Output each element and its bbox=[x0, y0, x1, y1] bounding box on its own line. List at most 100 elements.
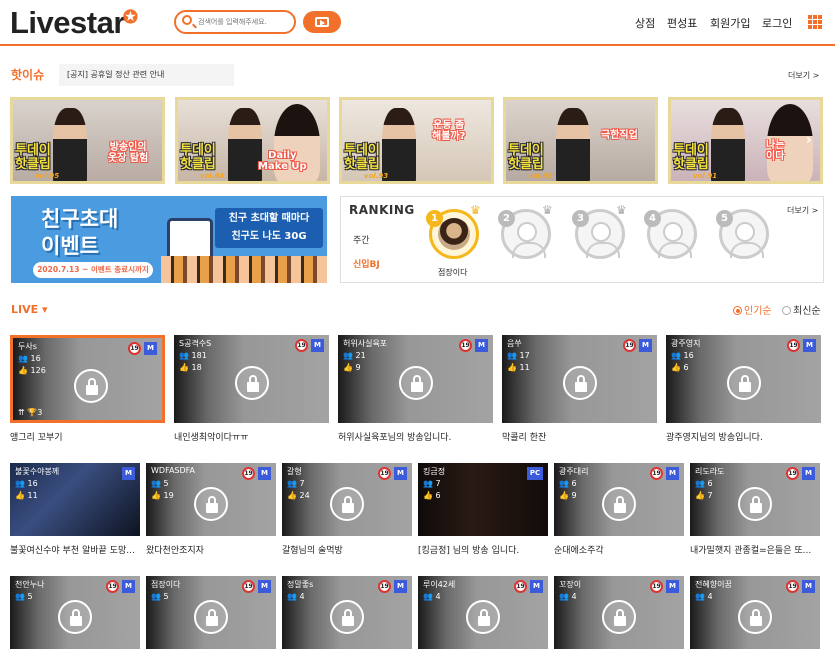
card-streamer-name: 킹금정 bbox=[423, 467, 446, 476]
clip-thumbnail bbox=[274, 104, 320, 181]
hot-clip-3[interactable]: 투데이 핫클립 vol.93 운동 좀 해볼까? bbox=[339, 97, 494, 184]
card-caption[interactable]: 불꽃여신수야 부천 알바끝 도망... bbox=[10, 543, 140, 556]
card-streamer-name: 광주대리 bbox=[559, 467, 589, 476]
clip-volume: vol.91 bbox=[693, 172, 718, 180]
friend-invite-banner[interactable]: 친구초대 이벤트 2020.7.13 ~ 이벤트 종료시까지 친구 초대할 때마… bbox=[11, 196, 327, 283]
live-card[interactable]: 광주영지 👥 16 👍 6 19 M bbox=[666, 335, 821, 423]
rank-item-3[interactable]: 3 ♛ bbox=[572, 203, 627, 259]
card-viewers: 👥 16 bbox=[15, 479, 38, 488]
search-box[interactable] bbox=[174, 10, 296, 34]
live-card[interactable]: 점장이다 👥 5 19 M bbox=[146, 576, 276, 649]
card-viewers: 👥 6 bbox=[695, 479, 713, 488]
card-viewers: 👥 6 bbox=[559, 479, 577, 488]
live-card[interactable]: 갈형 👥 7 👍 24 19 M bbox=[282, 463, 412, 536]
card-viewers: 👥 4 bbox=[559, 592, 577, 601]
card-streamer-name: 천안누나 bbox=[15, 580, 45, 589]
clip-title: 투데이 핫클립 bbox=[508, 143, 544, 172]
rank-item-1[interactable]: 1 ♛ bbox=[426, 203, 481, 259]
livestar-logo[interactable]: Livestar✪ bbox=[10, 4, 140, 46]
card-caption[interactable]: 왔다천안조지자 bbox=[146, 543, 276, 556]
radio-unchecked-icon bbox=[782, 306, 791, 315]
live-card[interactable]: 꼬장이 👥 4 19 M bbox=[554, 576, 684, 649]
clip-thumbnail bbox=[556, 108, 590, 181]
device-badge: M bbox=[475, 339, 488, 352]
card-caption[interactable]: 광주영지님의 방송입니다. bbox=[666, 430, 821, 443]
card-caption[interactable]: 막콜리 한잔 bbox=[502, 430, 657, 443]
card-caption[interactable]: 내인생최악이다ㅠㅠ bbox=[174, 430, 329, 443]
hot-more-link[interactable]: 더보기 > bbox=[788, 70, 819, 81]
live-card[interactable]: 두사s 👥 16 👍 126 19 M ⇈ 🏆3 bbox=[10, 335, 165, 423]
live-dropdown[interactable]: LIVE ▾ bbox=[11, 303, 47, 316]
hot-clip-2[interactable]: 투데이 핫클립 vol.94 Daily Make Up bbox=[175, 97, 330, 184]
nav-login[interactable]: 로그인 bbox=[762, 15, 792, 31]
ranking-more-link[interactable]: 더보기 > bbox=[787, 205, 818, 216]
live-card[interactable]: 광주대리 👥 6 👍 9 19 M bbox=[554, 463, 684, 536]
lock-icon bbox=[73, 369, 108, 403]
live-card[interactable]: 허위사실육포 👥 21 👍 9 19 M bbox=[338, 335, 493, 423]
tv-icon bbox=[315, 17, 329, 27]
clip-title: 투데이 핫클립 bbox=[15, 143, 51, 172]
broadcast-button[interactable] bbox=[303, 11, 341, 33]
sort-popular[interactable]: 인기순 bbox=[733, 302, 772, 317]
clip-volume: vol.93 bbox=[364, 172, 389, 180]
adult-19-icon: 19 bbox=[106, 580, 119, 593]
card-streamer-name: WDFASDFA bbox=[151, 466, 195, 475]
live-card[interactable]: 정말좋s 👥 4 19 M bbox=[282, 576, 412, 649]
live-card[interactable]: 킹금정 👥 7 👍 6 PC bbox=[418, 463, 548, 536]
hot-clip-4[interactable]: 투데이 핫클립 vol.92 극한직업 bbox=[503, 97, 658, 184]
apps-grid-icon[interactable] bbox=[808, 15, 822, 29]
card-streamer-name: 루이42세 bbox=[423, 580, 456, 589]
live-card[interactable]: S공격수S 👥 181 👍 18 19 M bbox=[174, 335, 329, 423]
carousel-next-icon[interactable]: › bbox=[806, 132, 812, 148]
rank-item-2[interactable]: 2 ♛ bbox=[498, 203, 553, 259]
device-badge: M bbox=[311, 339, 324, 352]
live-card[interactable]: 불꽃수야봉께 👥 16 👍 11 M bbox=[10, 463, 140, 536]
avatar-placeholder-icon bbox=[586, 222, 620, 258]
card-caption[interactable]: 앵그리 꼬부기 bbox=[10, 430, 165, 443]
card-viewers: 👥 5 bbox=[151, 592, 169, 601]
ranking-tab-newbj[interactable]: 신입BJ bbox=[353, 257, 380, 270]
nav-shop[interactable]: 상점 bbox=[635, 15, 655, 31]
live-card[interactable]: 음쑤 👥 17 👍 11 19 M bbox=[502, 335, 657, 423]
rank-item-5[interactable]: 5 bbox=[716, 209, 769, 259]
hot-clip-5[interactable]: 투데이 핫클립 vol.91 나는 이다 bbox=[668, 97, 823, 184]
device-badge: M bbox=[394, 580, 407, 593]
card-viewers: 👥 4 bbox=[423, 592, 441, 601]
live-card[interactable]: 전혜향이꿈 👥 4 19 M bbox=[690, 576, 820, 649]
device-badge: M bbox=[802, 467, 815, 480]
device-badge: M bbox=[394, 467, 407, 480]
live-card[interactable]: 루이42세 👥 4 19 M bbox=[418, 576, 548, 649]
card-likes: 👍 11 bbox=[15, 491, 38, 500]
clip-title: 투데이 핫클립 bbox=[344, 143, 380, 172]
card-viewers: 👥 7 bbox=[423, 479, 441, 488]
card-viewers: 👥 5 bbox=[151, 479, 169, 488]
card-caption[interactable]: 내가밀햇지 관종컬=은들은 또... bbox=[690, 543, 820, 556]
live-card[interactable]: WDFASDFA 👥 5 👍 19 19 M bbox=[146, 463, 276, 536]
adult-19-icon: 19 bbox=[295, 339, 308, 352]
card-caption[interactable]: 허위사실육포님의 방송입니다. bbox=[338, 430, 493, 443]
adult-19-icon: 19 bbox=[787, 339, 800, 352]
nav-schedule[interactable]: 편성표 bbox=[667, 15, 697, 31]
nav-signup[interactable]: 회원가입 bbox=[710, 15, 750, 31]
sort-latest[interactable]: 최신순 bbox=[782, 302, 821, 317]
rank-item-4[interactable]: 4 bbox=[644, 209, 697, 259]
banner-title: 친구초대 이벤트 bbox=[41, 207, 119, 258]
search-input[interactable] bbox=[198, 14, 292, 30]
card-caption[interactable]: [킹금정] 님의 방송 입니다. bbox=[418, 543, 548, 556]
live-card[interactable]: 리도라도 👥 6 👍 7 19 M bbox=[690, 463, 820, 536]
logo-star-icon: ✪ bbox=[122, 7, 138, 27]
avatar-placeholder-icon bbox=[730, 222, 764, 258]
notice-link[interactable]: [공지] 공휴일 정산 관련 안내 bbox=[59, 64, 234, 86]
card-streamer-name: 꼬장이 bbox=[559, 580, 582, 589]
hot-clip-1[interactable]: 투데이 핫클립 vol.95 방송인의 옷장 탐험 bbox=[10, 97, 165, 184]
lock-icon bbox=[602, 486, 636, 521]
adult-19-icon: 19 bbox=[242, 467, 255, 480]
card-caption[interactable]: 순대에소주각 bbox=[554, 543, 684, 556]
search-icon[interactable] bbox=[182, 15, 192, 25]
live-card[interactable]: 천안누나 👥 5 19 M bbox=[10, 576, 140, 649]
ranking-tab-weekly[interactable]: 주간 bbox=[353, 233, 370, 246]
device-badge: M bbox=[122, 467, 135, 480]
card-likes: 👍 19 bbox=[151, 491, 174, 500]
card-streamer-name: 전혜향이꿈 bbox=[695, 580, 732, 589]
card-caption[interactable]: 갈형님의 술먹방 bbox=[282, 543, 412, 556]
